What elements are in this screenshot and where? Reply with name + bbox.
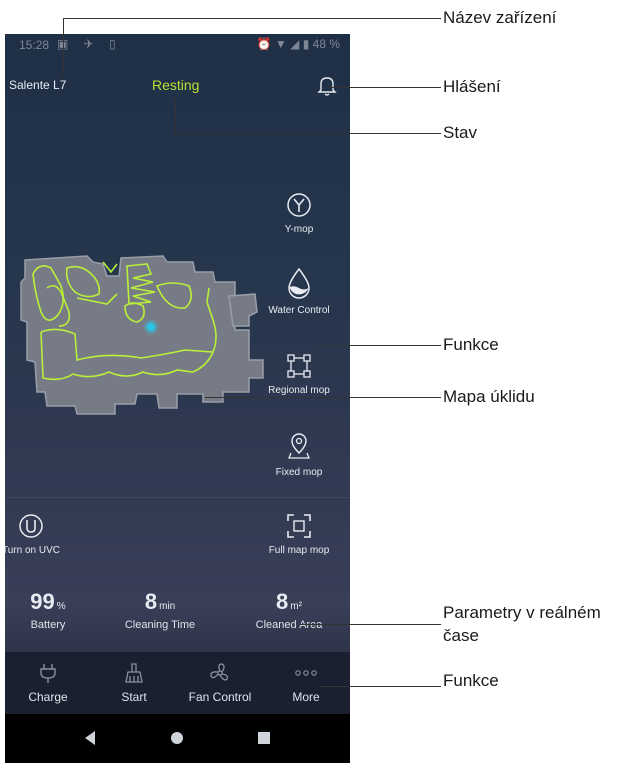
cleaned-area-value: 8 — [276, 589, 289, 614]
fixed-mop-label: Fixed mop — [275, 467, 323, 478]
leader-line — [320, 686, 441, 687]
fan-icon — [210, 663, 229, 681]
callout-device-name: Název zařízení — [443, 8, 557, 27]
plug-icon — [40, 664, 56, 683]
nav-more[interactable]: More — [263, 662, 349, 704]
leader-line — [326, 87, 441, 88]
regional-mop-icon — [287, 354, 311, 378]
cleaning-map[interactable] — [17, 242, 279, 422]
battery-unit: % — [56, 601, 66, 612]
leader-line — [300, 624, 441, 625]
battery-metric: 99% Battery — [5, 589, 108, 631]
nav-more-label: More — [292, 690, 320, 704]
water-drop-icon — [288, 267, 310, 299]
leader-line — [318, 345, 441, 346]
callout-notifications: Hlášení — [443, 77, 501, 96]
bottom-nav: Charge Start Fan Control More — [5, 652, 350, 714]
battery-label: Battery — [30, 619, 66, 631]
callout-status: Stav — [443, 123, 478, 142]
status-bar: 15:28 ▣ ✈ ▯ ⏰ ▼ ◢ ▮ 48 % — [5, 34, 350, 56]
battery-percent: 48 % — [312, 37, 340, 51]
system-icons: ⏰ ▼ ◢ ▮ 48 % — [256, 37, 340, 51]
callout-functions-2: Funkce — [443, 671, 499, 690]
leader-line — [175, 133, 441, 134]
app-screen: 15:28 ▣ ✈ ▯ ⏰ ▼ ◢ ▮ 48 % Salente L7 Rest… — [5, 34, 350, 763]
uvc-button[interactable]: Turn on UVC — [5, 513, 81, 556]
more-dots-icon — [295, 670, 317, 676]
recents-icon[interactable] — [257, 730, 271, 746]
callout-realtime-params-1: Parametry v reálném — [443, 603, 601, 622]
callout-realtime-params-2: čase — [443, 626, 479, 645]
status-time: 15:28 — [19, 38, 50, 52]
device-name[interactable]: Salente L7 — [9, 78, 66, 92]
cleaning-time-unit: min — [159, 601, 176, 612]
home-icon[interactable] — [169, 730, 185, 746]
y-mop-label: Y-mop — [284, 224, 314, 235]
fixed-mop-button[interactable]: Fixed mop — [249, 431, 349, 478]
system-nav-bar — [5, 714, 350, 763]
y-mop-icon — [287, 193, 311, 217]
cleaning-time-metric: 8 min Cleaning Time — [100, 589, 220, 631]
callout-cleaning-map: Mapa úklidu — [443, 387, 535, 406]
full-map-mop-label: Full map mop — [268, 545, 330, 556]
nav-charge-label: Charge — [28, 690, 68, 704]
nav-fan-control-label: Fan Control — [188, 690, 252, 704]
fixed-mop-icon — [288, 433, 310, 459]
uvc-label: Turn on UVC — [5, 545, 60, 556]
broom-icon — [125, 663, 143, 683]
battery-value: 99 — [30, 589, 55, 614]
notification-icons: ▣ ✈ ▯ — [57, 37, 122, 51]
leader-line — [63, 18, 441, 19]
cleaning-time-value: 8 — [144, 589, 158, 614]
y-mop-button[interactable]: Y-mop — [249, 192, 349, 235]
nav-fan-control[interactable]: Fan Control — [177, 662, 263, 704]
leader-line — [175, 97, 176, 133]
uvc-icon — [19, 514, 43, 538]
back-icon[interactable] — [83, 730, 97, 746]
callout-functions: Funkce — [443, 335, 499, 354]
cleaning-time-label: Cleaning Time — [124, 619, 196, 631]
bell-icon[interactable] — [317, 75, 337, 97]
nav-start-label: Start — [121, 690, 147, 704]
divider — [5, 497, 350, 498]
device-state: Resting — [152, 77, 200, 93]
leader-line — [205, 397, 441, 398]
cleaned-area-unit: m² — [290, 601, 302, 612]
nav-charge[interactable]: Charge — [5, 662, 91, 704]
nav-start[interactable]: Start — [91, 662, 177, 704]
full-map-mop-button[interactable]: Full map mop — [249, 513, 349, 556]
leader-line — [63, 18, 64, 76]
cleaned-area-label: Cleaned Area — [255, 619, 323, 631]
full-map-mop-icon — [287, 514, 311, 538]
